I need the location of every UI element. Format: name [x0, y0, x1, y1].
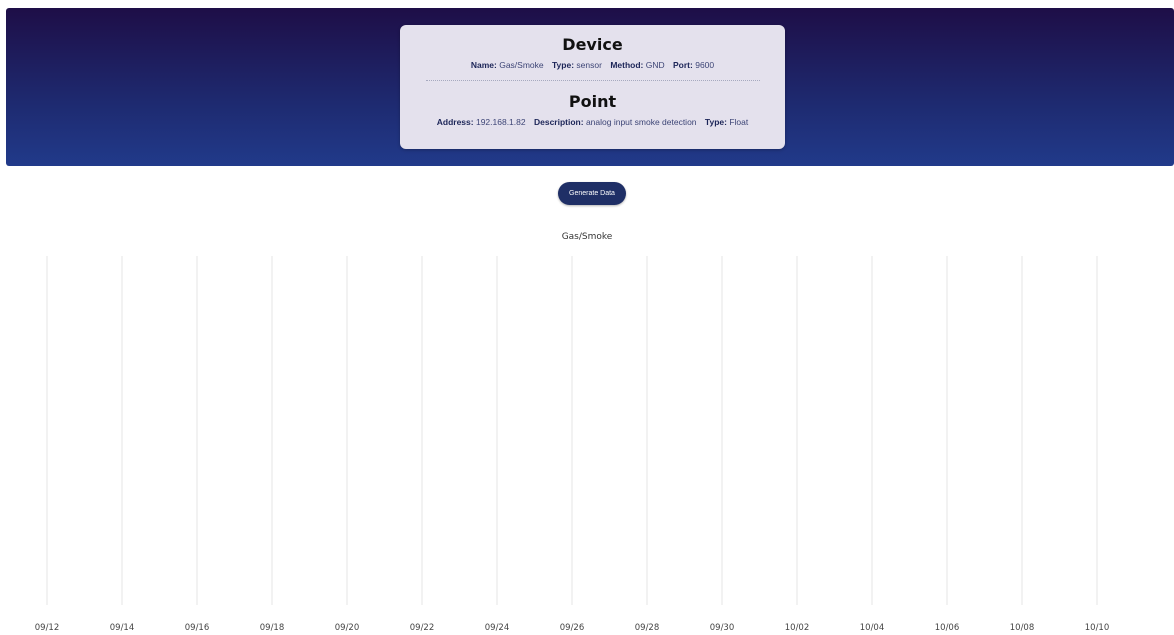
device-method-field: Method: GND — [610, 60, 665, 70]
x-tick-label: 10/10 — [1085, 623, 1110, 633]
card-divider — [425, 80, 760, 81]
point-fields: Address: 192.168.1.82 Description: analo… — [400, 116, 785, 128]
x-tick-label: 10/06 — [935, 623, 960, 633]
device-name-field: Name: Gas/Smoke — [470, 60, 544, 70]
page: Device Name: Gas/Smoke Type: sensor Meth… — [0, 0, 1174, 635]
device-heading: Device — [562, 35, 623, 54]
x-tick-label: 09/30 — [710, 623, 735, 633]
x-tick-label: 09/18 — [260, 623, 285, 633]
device-info-card: Device Name: Gas/Smoke Type: sensor Meth… — [400, 25, 785, 149]
x-tick-label: 10/02 — [785, 623, 810, 633]
device-port-field: Port: 9600 — [673, 60, 715, 70]
point-heading: Point — [568, 92, 617, 111]
x-tick-label: 09/20 — [335, 623, 360, 633]
device-type-field: Type: sensor — [552, 60, 602, 70]
x-tick-label: 09/12 — [35, 623, 60, 633]
x-tick-label: 09/26 — [560, 623, 585, 633]
x-tick-label: 09/14 — [110, 623, 135, 633]
chart-area: 09/12 09/14 09/16 09/18 09/20 09/22 09/24 09/26… — [35, 256, 1110, 633]
x-tick-label: 09/28 — [635, 623, 660, 633]
chart-title: Gas/Smoke — [561, 232, 613, 242]
point-type-field: Type: Float — [704, 117, 749, 127]
point-address-field: Address: 192.168.1.82 — [436, 117, 526, 127]
x-tick-label: 09/16 — [185, 623, 210, 633]
x-tick-label: 09/22 — [410, 623, 435, 633]
x-tick-label: 09/24 — [485, 623, 510, 633]
x-tick-label: 10/08 — [1010, 623, 1035, 633]
device-fields: Name: Gas/Smoke Type: sensor Method: GND… — [400, 59, 785, 71]
point-description-field: Description: analog input smoke detectio… — [533, 117, 697, 127]
generate-data-button[interactable]: Generate Data — [558, 182, 626, 205]
x-tick-label: 10/04 — [860, 623, 885, 633]
